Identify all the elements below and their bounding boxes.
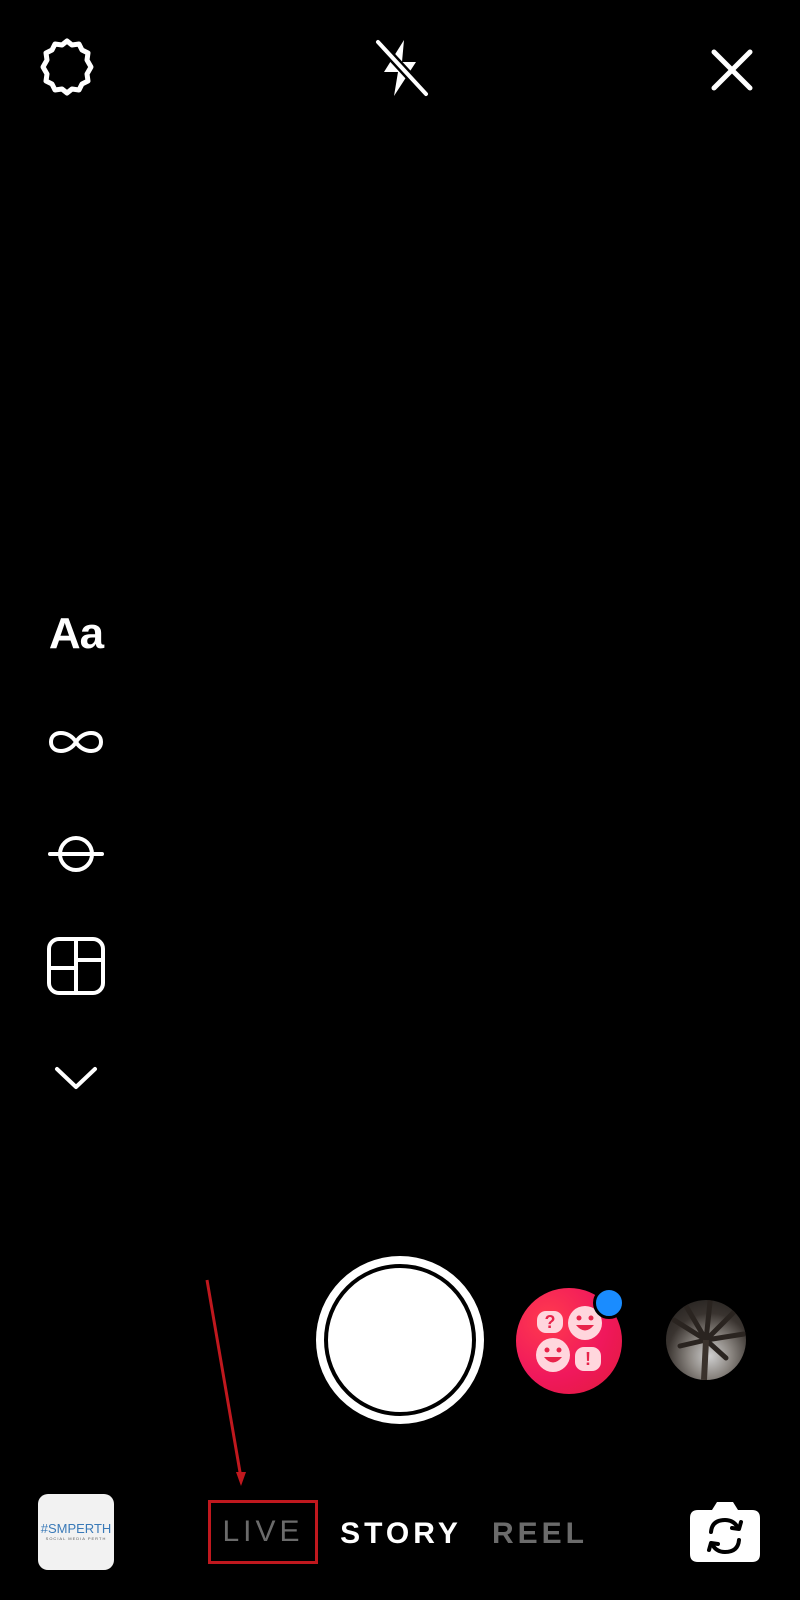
gear-icon (40, 38, 94, 96)
level-button[interactable] (38, 816, 114, 892)
level-icon (48, 836, 104, 872)
camera-flip-icon (690, 1502, 760, 1562)
infinity-icon (48, 731, 104, 753)
gallery-logo-text: #SMPERTH (40, 1521, 112, 1536)
new-effect-badge (593, 1287, 625, 1319)
chevron-down-icon (55, 1067, 97, 1089)
boomerang-button[interactable] (38, 704, 114, 780)
mode-story-tab[interactable]: STORY (336, 1504, 466, 1564)
mode-live-tab[interactable]: LIVE (208, 1500, 318, 1564)
recent-photo-thumbnail[interactable] (666, 1300, 746, 1380)
gallery-sub-text: SOCIAL MEDIA PERTH (45, 1536, 107, 1541)
svg-text:!: ! (585, 1349, 591, 1369)
layout-icon (47, 937, 105, 995)
more-tools-button[interactable] (38, 1040, 114, 1116)
close-icon (711, 49, 753, 91)
flash-off-button[interactable] (362, 30, 438, 106)
quiz-effect-icon: ? ! (536, 1306, 602, 1372)
palm-photo-thumbnail (671, 1300, 746, 1380)
flip-camera-button[interactable] (688, 1498, 762, 1564)
gallery-button[interactable]: #SMPERTH SOCIAL MEDIA PERTH (38, 1494, 114, 1570)
settings-button[interactable] (30, 30, 104, 104)
mode-reel-tab[interactable]: REEL (490, 1504, 590, 1564)
layout-button[interactable] (38, 928, 114, 1004)
shutter-button[interactable] (316, 1256, 484, 1424)
svg-text:?: ? (545, 1312, 556, 1332)
text-tool-label: Aa (48, 609, 104, 658)
create-mode-button[interactable]: Aa (38, 596, 114, 672)
close-button[interactable] (700, 38, 764, 102)
flash-off-icon (373, 37, 431, 99)
